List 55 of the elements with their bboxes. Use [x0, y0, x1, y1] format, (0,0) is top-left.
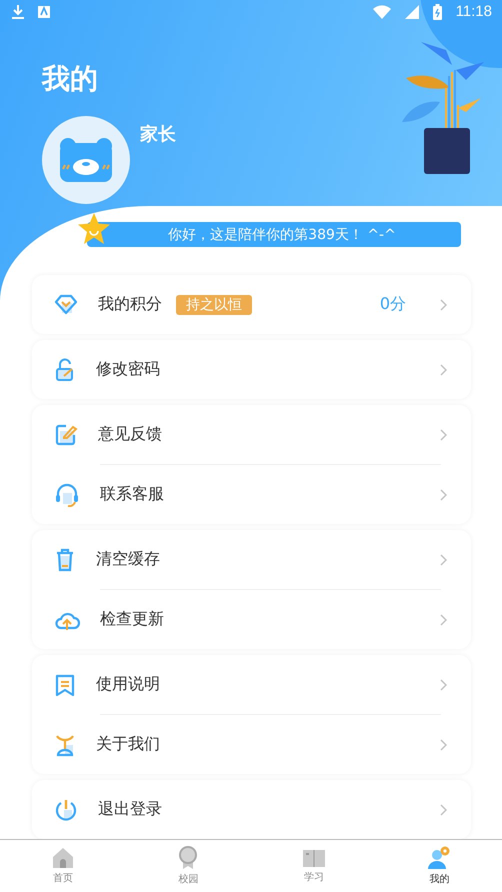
chevron-right-icon — [440, 738, 447, 750]
user-icon — [427, 846, 452, 870]
trash-icon — [54, 548, 76, 572]
badge: 持之以恒 — [176, 294, 252, 314]
menu-item[interactable]: 关于我们 — [32, 715, 471, 774]
wifi-icon — [372, 4, 391, 19]
menu-item[interactable]: 清空缓存 — [32, 530, 471, 589]
home-icon — [52, 847, 74, 869]
menu-label: 关于我们 — [96, 734, 160, 755]
menu-label: 联系客服 — [100, 484, 164, 505]
bear-icon — [58, 136, 114, 183]
notification-icon — [38, 6, 50, 18]
tab[interactable]: 校园 — [126, 840, 251, 892]
medal-icon — [178, 846, 198, 870]
page-title: 我的 — [42, 62, 98, 96]
tab[interactable]: 首页 — [0, 840, 126, 892]
edit-icon — [54, 422, 78, 446]
menu-label: 使用说明 — [96, 674, 160, 695]
signal-icon — [404, 4, 419, 19]
menu-label: 修改密码 — [96, 359, 160, 380]
chevron-right-icon — [440, 364, 447, 376]
menu-item[interactable]: 意见反馈 — [32, 405, 471, 464]
chevron-right-icon — [440, 298, 447, 310]
clock-time: 11:18 — [456, 3, 492, 20]
diamond-icon — [54, 294, 78, 316]
chevron-right-icon — [440, 678, 447, 690]
bookmark-icon — [54, 672, 76, 696]
sprout-icon — [54, 732, 76, 756]
menu-label: 清空缓存 — [96, 549, 160, 570]
power-icon — [54, 798, 78, 822]
tab[interactable]: 我的 — [376, 840, 502, 892]
menu-label: 意见反馈 — [98, 424, 162, 445]
menu-label: 我的积分 — [98, 294, 162, 315]
tab[interactable]: 学习 — [251, 840, 376, 892]
menu-item[interactable]: 联系客服 — [32, 465, 471, 524]
book-icon — [302, 848, 326, 868]
points-value: 0分 — [380, 294, 406, 315]
lock-icon — [54, 358, 76, 382]
download-icon — [12, 4, 24, 19]
menu-item[interactable]: 我的积分 持之以恒 0分 — [32, 275, 471, 334]
menu-label: 退出登录 — [98, 799, 162, 820]
star-icon — [77, 212, 111, 246]
chevron-right-icon — [440, 428, 447, 440]
chevron-right-icon — [440, 554, 447, 566]
menu-label: 检查更新 — [100, 609, 164, 630]
menu-item[interactable]: 退出登录 — [32, 780, 471, 839]
menu-item[interactable]: 修改密码 — [32, 340, 471, 399]
chevron-right-icon — [440, 488, 447, 500]
headset-icon — [54, 482, 80, 506]
menu-item[interactable]: 使用说明 — [32, 655, 471, 714]
greeting-text: 你好，这是陪伴你的第389天！ ^-^ — [168, 226, 396, 244]
chevron-right-icon — [440, 804, 447, 816]
chevron-right-icon — [440, 614, 447, 626]
menu-item[interactable]: 检查更新 — [32, 590, 471, 649]
user-name: 家长 — [140, 122, 176, 146]
